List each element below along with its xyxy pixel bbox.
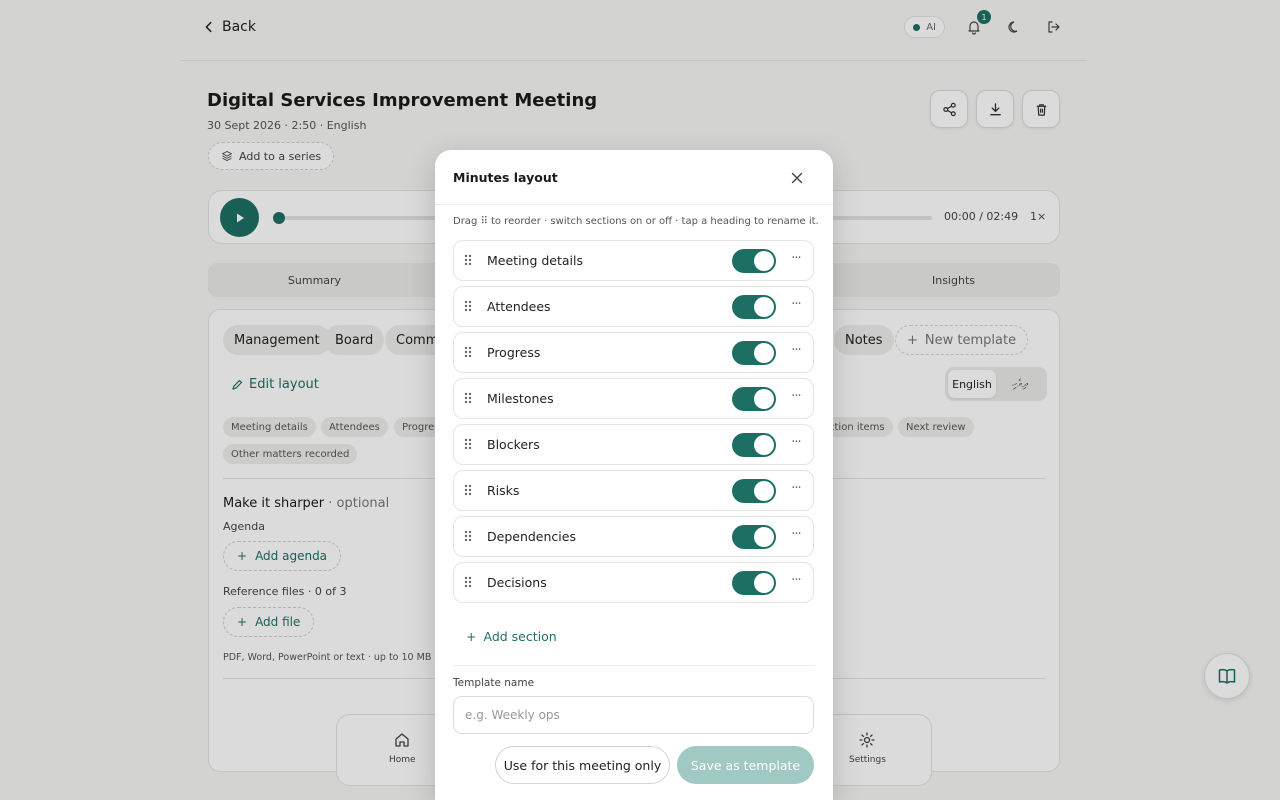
toggle-thumb xyxy=(754,527,774,547)
more-options-icon[interactable]: ··· xyxy=(789,527,803,547)
section-label[interactable]: Progress xyxy=(487,345,540,360)
drag-handle-icon[interactable] xyxy=(463,345,473,359)
section-label[interactable]: Risks xyxy=(487,483,519,498)
drag-handle-icon[interactable] xyxy=(463,253,473,267)
section-toggle[interactable] xyxy=(732,387,776,411)
toggle-thumb xyxy=(754,573,774,593)
more-options-icon[interactable]: ··· xyxy=(789,389,803,409)
add-section-label: Add section xyxy=(483,629,557,644)
section-row[interactable]: Risks ··· xyxy=(453,470,814,511)
close-icon[interactable] xyxy=(789,170,805,186)
section-label[interactable]: Attendees xyxy=(487,299,551,314)
plus-icon: + xyxy=(466,629,477,644)
drag-handle-icon[interactable] xyxy=(463,437,473,451)
add-section-button[interactable]: + Add section xyxy=(466,629,557,644)
section-row[interactable]: Decisions ··· xyxy=(453,562,814,603)
template-name-label: Template name xyxy=(453,677,535,689)
drag-handle-icon[interactable] xyxy=(463,299,473,313)
template-name-input[interactable] xyxy=(453,696,814,734)
section-label[interactable]: Blockers xyxy=(487,437,540,452)
section-toggle[interactable] xyxy=(732,525,776,549)
drag-handle-icon[interactable] xyxy=(463,391,473,405)
section-label[interactable]: Decisions xyxy=(487,575,547,590)
section-row[interactable]: Blockers ··· xyxy=(453,424,814,465)
section-toggle[interactable] xyxy=(732,433,776,457)
section-row[interactable]: Milestones ··· xyxy=(453,378,814,419)
toggle-thumb xyxy=(754,389,774,409)
divider xyxy=(453,665,815,666)
section-row[interactable]: Meeting details ··· xyxy=(453,240,814,281)
drag-handle-icon[interactable] xyxy=(463,575,473,589)
section-toggle[interactable] xyxy=(732,249,776,273)
minutes-layout-dialog: Minutes layout Drag ⠿ to reorder · switc… xyxy=(435,150,833,800)
save-as-template-button[interactable]: Save as template xyxy=(677,746,814,784)
dialog-header: Minutes layout xyxy=(435,150,833,205)
more-options-icon[interactable]: ··· xyxy=(789,435,803,455)
section-row[interactable]: Attendees ··· xyxy=(453,286,814,327)
more-options-icon[interactable]: ··· xyxy=(789,297,803,317)
drag-handle-icon[interactable] xyxy=(463,483,473,497)
toggle-thumb xyxy=(754,343,774,363)
dialog-hint: Drag ⠿ to reorder · switch sections on o… xyxy=(453,216,819,227)
section-row[interactable]: Dependencies ··· xyxy=(453,516,814,557)
drag-handle-icon[interactable] xyxy=(463,529,473,543)
more-options-icon[interactable]: ··· xyxy=(789,251,803,271)
dialog-title: Minutes layout xyxy=(453,170,558,185)
section-row[interactable]: Progress ··· xyxy=(453,332,814,373)
section-toggle[interactable] xyxy=(732,479,776,503)
section-toggle[interactable] xyxy=(732,571,776,595)
toggle-thumb xyxy=(754,481,774,501)
section-toggle[interactable] xyxy=(732,295,776,319)
more-options-icon[interactable]: ··· xyxy=(789,343,803,363)
section-label[interactable]: Milestones xyxy=(487,391,554,406)
toggle-thumb xyxy=(754,251,774,271)
use-once-button[interactable]: Use for this meeting only xyxy=(495,746,670,784)
section-label[interactable]: Dependencies xyxy=(487,529,576,544)
toggle-thumb xyxy=(754,435,774,455)
toggle-thumb xyxy=(754,297,774,317)
section-label[interactable]: Meeting details xyxy=(487,253,583,268)
more-options-icon[interactable]: ··· xyxy=(789,573,803,593)
more-options-icon[interactable]: ··· xyxy=(789,481,803,501)
section-toggle[interactable] xyxy=(732,341,776,365)
